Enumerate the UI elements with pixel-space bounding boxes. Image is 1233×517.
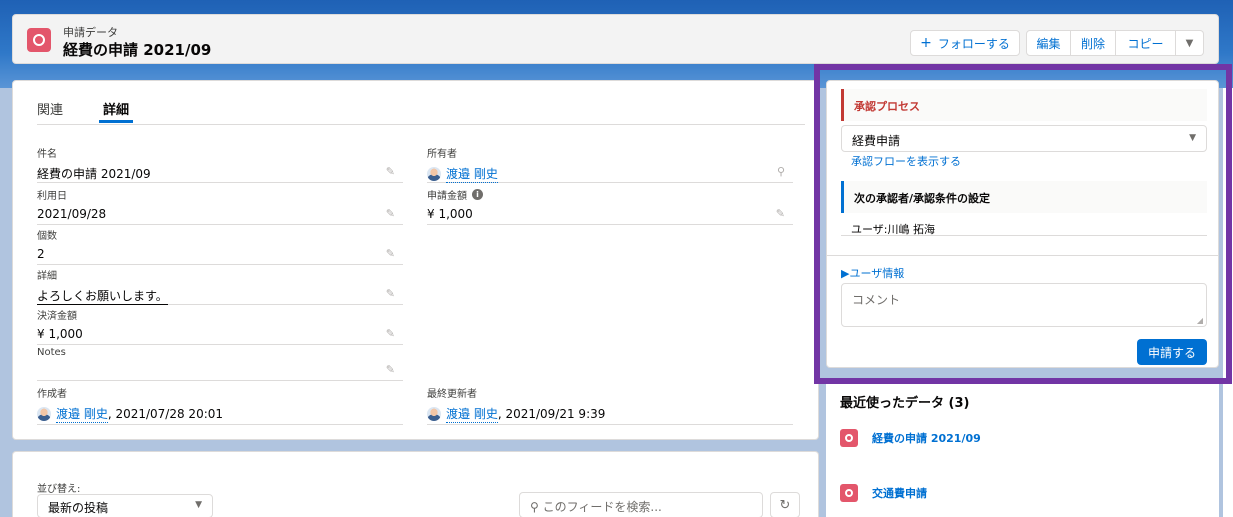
approval-process-value: 経費申請	[852, 134, 901, 148]
edit-pencil-icon[interactable]: ✎	[386, 247, 395, 260]
feed-search-input[interactable]: ⚲ このフィードを検索...	[519, 492, 763, 517]
avatar	[37, 407, 51, 421]
edit-pencil-icon[interactable]: ✎	[386, 363, 395, 376]
field-label: 利用日	[37, 191, 67, 202]
edit-pencil-icon[interactable]: ✎	[776, 207, 785, 220]
user-link[interactable]: 渡邉 剛史	[56, 405, 108, 423]
field-label: 作成者	[37, 389, 67, 400]
field-value: 経費の申請 2021/09	[37, 167, 151, 181]
approval-process-card: 承認プロセス 経費申請 ▼ 承認フローを表示する 次の承認者/承認条件の設定 ユ…	[826, 80, 1219, 368]
field-label: 詳細	[37, 271, 57, 282]
change-owner-icon[interactable]: ⚲	[777, 165, 785, 178]
record-detail-card: 関連 詳細 件名 経費の申請 2021/09 ✎ 利用日 2021/09/28 …	[12, 80, 819, 440]
edit-button[interactable]: 編集	[1026, 30, 1071, 56]
plus-icon: +	[920, 35, 932, 51]
field-value: 渡邉 剛史	[427, 165, 793, 183]
record-header: 申請データ 経費の申請 2021/09 + フォローする 編集 削除 コピー ▼	[12, 14, 1219, 64]
resize-grip-icon[interactable]: ◢	[1197, 316, 1203, 325]
header-actions: + フォローする 編集 削除 コピー ▼	[910, 30, 1204, 56]
chevron-down-icon: ▼	[195, 500, 202, 510]
field-label: 所有者	[427, 149, 457, 160]
field-value: 2021/09/28	[37, 207, 107, 221]
field-details: 詳細 よろしくお願いします。 ✎	[37, 267, 403, 305]
info-icon[interactable]: i	[472, 189, 483, 200]
more-actions-button[interactable]: ▼	[1176, 30, 1204, 56]
field-value: 渡邉 剛史 , 2021/07/28 20:01	[37, 405, 403, 423]
record-object-icon	[840, 429, 858, 447]
recent-data-card: 最近使ったデータ (3) 経費の申請 2021/09 交通費申請	[826, 384, 1219, 517]
recent-item[interactable]: 経費の申請 2021/09	[840, 429, 981, 447]
edit-pencil-icon[interactable]: ✎	[386, 207, 395, 220]
section-divider	[827, 255, 1218, 256]
sort-label: 並び替え:	[37, 484, 81, 495]
record-title: 経費の申請 2021/09	[63, 41, 212, 59]
owner-link[interactable]: 渡邉 剛史	[446, 165, 498, 183]
field-value: ¥ 1,000	[37, 327, 83, 341]
field-modified-by: 最終更新者 渡邉 剛史 , 2021/09/21 9:39	[427, 385, 793, 425]
feed-search-placeholder: このフィードを検索...	[542, 500, 662, 514]
field-notes: Notes ✎	[37, 347, 403, 381]
approver-divider	[841, 235, 1207, 236]
field-label: 件名	[37, 149, 57, 160]
refresh-button[interactable]: ↻	[770, 492, 800, 517]
record-object-type: 申請データ	[63, 26, 118, 39]
field-value: ¥ 1,000	[427, 207, 473, 221]
refresh-icon: ↻	[779, 497, 791, 513]
recent-item-label: 経費の申請 2021/09	[872, 432, 981, 445]
recent-data-title: 最近使ったデータ (3)	[840, 396, 970, 411]
record-tabs: 関連 詳細	[37, 99, 169, 123]
field-label: 個数	[37, 231, 57, 242]
field-created-by: 作成者 渡邉 剛史 , 2021/07/28 20:01	[37, 385, 403, 425]
edit-pencil-icon[interactable]: ✎	[386, 327, 395, 340]
field-use-date: 利用日 2021/09/28 ✎	[37, 187, 403, 225]
tabs-divider	[37, 124, 805, 125]
field-label: 決済金額	[37, 311, 77, 322]
search-icon: ⚲	[530, 500, 539, 514]
record-object-icon	[840, 484, 858, 502]
field-label-text: 申請金額	[427, 191, 467, 202]
copy-button[interactable]: コピー	[1116, 30, 1176, 56]
approval-process-select[interactable]: 経費申請 ▼	[841, 125, 1207, 152]
avatar	[427, 167, 441, 181]
field-label: 申請金額 i	[427, 187, 793, 202]
field-value: よろしくお願いします。	[37, 287, 403, 305]
next-approver-heading: 次の承認者/承認条件の設定	[841, 181, 1207, 213]
details-text: よろしくお願いします。	[37, 289, 168, 305]
approval-process-heading: 承認プロセス	[841, 89, 1207, 121]
delete-button[interactable]: 削除	[1071, 30, 1116, 56]
follow-button-label: フォローする	[937, 36, 1010, 51]
recent-item-label: 交通費申請	[872, 487, 927, 500]
user-link[interactable]: 渡邉 剛史	[446, 405, 498, 423]
sort-value: 最新の投稿	[48, 501, 109, 515]
field-label: 最終更新者	[427, 389, 477, 400]
field-label: Notes	[37, 347, 66, 358]
field-request-amount: 申請金額 i ¥ 1,000 ✎	[427, 187, 793, 225]
modified-date: , 2021/09/21 9:39	[497, 407, 606, 421]
tab-details[interactable]: 詳細	[99, 99, 134, 123]
chevron-down-icon: ▼	[1185, 37, 1194, 49]
feed-card: 並び替え: 最新の投稿 ▼ ⚲ このフィードを検索... ↻	[12, 451, 819, 517]
comment-textarea[interactable]: コメント ◢	[841, 283, 1207, 327]
sort-select[interactable]: 最新の投稿 ▼	[37, 494, 213, 517]
comment-placeholder: コメント	[852, 293, 901, 307]
submit-request-button[interactable]: 申請する	[1137, 339, 1207, 365]
tab-related[interactable]: 関連	[37, 99, 63, 123]
user-info-toggle[interactable]: ▶ユーザ情報	[841, 265, 904, 281]
edit-pencil-icon[interactable]: ✎	[386, 165, 395, 178]
field-value: 2	[37, 247, 45, 261]
chevron-down-icon: ▼	[1189, 133, 1196, 143]
record-object-icon	[27, 28, 51, 52]
field-settled-amount: 決済金額 ¥ 1,000 ✎	[37, 307, 403, 345]
created-date: , 2021/07/28 20:01	[107, 407, 224, 421]
show-approval-flow-link[interactable]: 承認フローを表示する	[851, 153, 961, 169]
recent-item[interactable]: 交通費申請	[840, 484, 927, 502]
field-owner: 所有者 渡邉 剛史 ⚲	[427, 145, 793, 183]
field-count: 個数 2 ✎	[37, 227, 403, 265]
edit-pencil-icon[interactable]: ✎	[386, 287, 395, 300]
field-name: 件名 経費の申請 2021/09 ✎	[37, 145, 403, 183]
follow-button[interactable]: + フォローする	[910, 30, 1020, 56]
avatar	[427, 407, 441, 421]
field-value: 渡邉 剛史 , 2021/09/21 9:39	[427, 405, 793, 423]
